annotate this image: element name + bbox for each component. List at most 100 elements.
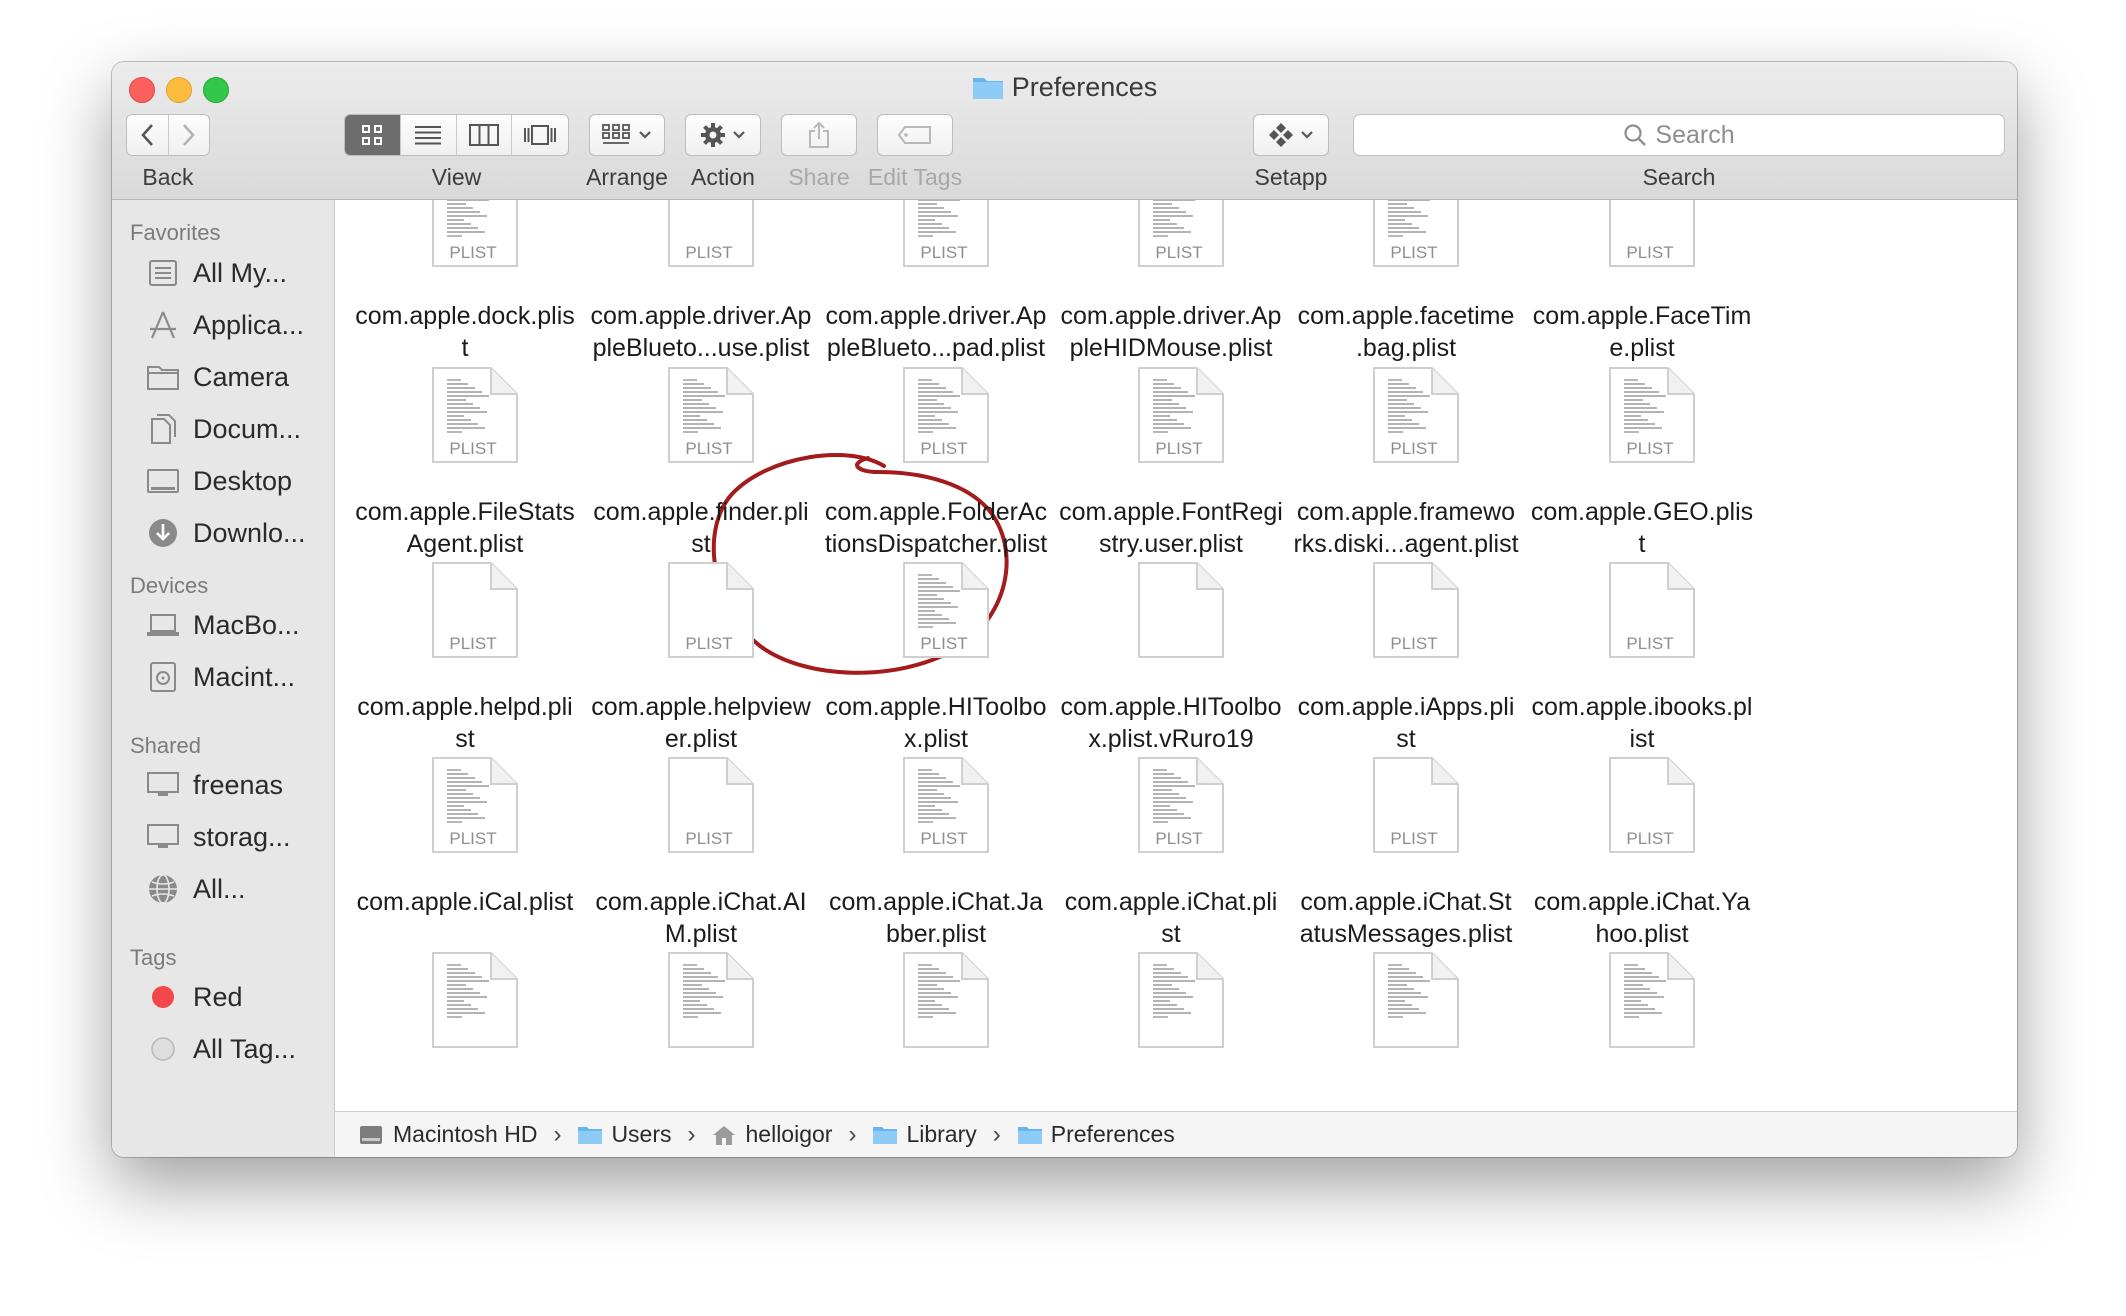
arrange-label: Arrange <box>586 164 668 190</box>
plist-file-icon[interactable] <box>1602 951 1698 1049</box>
sidebar-item-storage[interactable]: storag... <box>145 817 291 857</box>
setapp-label: Setapp <box>1254 164 1328 190</box>
file-name: com.apple.FaceTim e.plist <box>1512 300 1772 364</box>
sidebar-item-camera[interactable]: Camera <box>145 357 289 397</box>
tag-color-dot-icon <box>145 979 181 1015</box>
chevron-down-icon <box>733 131 745 139</box>
search-input[interactable]: Search <box>1353 114 2005 156</box>
sidebar-item-documents[interactable]: Docum... <box>145 409 301 449</box>
sidebar-item-macbook[interactable]: MacBo... <box>145 605 300 645</box>
breadcrumb-label: Library <box>906 1121 977 1147</box>
file-type-label: PLIST <box>685 243 732 262</box>
sidebar-item-all-shared[interactable]: All... <box>145 869 246 909</box>
file-name-line: e.plist <box>1609 334 1675 362</box>
file-name-line: com.apple.dock.plis <box>355 302 575 330</box>
file-name: com.apple.HIToolbo x.plist.vRuro19 <box>1041 691 1301 755</box>
sidebar-item-all-my-files[interactable]: All My... <box>145 253 287 293</box>
breadcrumb-label: Users <box>611 1121 672 1147</box>
arrange-button[interactable] <box>589 114 665 156</box>
list-icon <box>415 126 442 145</box>
home-icon <box>712 1124 738 1146</box>
action-button[interactable] <box>685 114 761 156</box>
breadcrumb-label: Preferences <box>1050 1121 1175 1147</box>
chevron-right-icon <box>182 124 195 146</box>
plist-file-icon[interactable] <box>896 951 992 1049</box>
file-name-line: com.apple.iChat.St <box>1300 888 1512 916</box>
forward-button[interactable] <box>169 115 210 155</box>
back-button[interactable] <box>127 115 169 155</box>
path-bar: Macintosh HD › Users › helloigor › Library › Pre… <box>335 1111 2017 1157</box>
share-icon <box>809 121 829 148</box>
documents-icon <box>145 411 181 447</box>
breadcrumb-separator: › <box>992 1120 1001 1148</box>
folder-icon <box>872 1124 898 1146</box>
sidebar-item-macintosh-hd[interactable]: Macint... <box>145 657 295 697</box>
file-type-label: PLIST <box>1626 829 1673 848</box>
sidebar-item-label: All My... <box>193 257 287 288</box>
cover-flow-view-button[interactable] <box>512 115 568 155</box>
file-type-label: PLIST <box>1390 243 1437 262</box>
sidebar-item-applications[interactable]: Applica... <box>145 305 304 345</box>
plist-file-icon: PLIST <box>1366 756 1462 854</box>
file-name-line: .bag.plist <box>1355 334 1457 362</box>
sidebar-item-label: Docum... <box>193 413 302 444</box>
plist-file-icon[interactable] <box>425 951 521 1049</box>
icon-view-button[interactable] <box>345 115 401 155</box>
file-name-line: pleBlueto...pad.plist <box>826 334 1046 362</box>
plist-file-icon: PLIST <box>1131 366 1227 464</box>
file-name: com.apple.iChat.Ja bber.plist <box>806 886 1066 950</box>
file-name: com.apple.helpd.pli st <box>335 691 595 755</box>
plist-file-icon: PLIST <box>661 200 757 268</box>
toolbar: Preferences Back View Arrange Action Sha… <box>112 62 2017 200</box>
breadcrumb-item[interactable]: helloigor › <box>712 1121 873 1149</box>
plist-file-icon: PLIST <box>896 756 992 854</box>
plist-file-icon: PLIST <box>896 200 992 268</box>
list-view-button[interactable] <box>401 115 457 155</box>
file-name: com.apple.GEO.plis t <box>1512 496 1772 560</box>
file-name: com.apple.iApps.pli st <box>1276 691 1536 755</box>
breadcrumb-item[interactable]: Preferences <box>1017 1121 1175 1148</box>
plist-file-icon: PLIST <box>1366 561 1462 659</box>
file-name-line: com.apple.iChat.Ya <box>1533 888 1751 916</box>
cover-flow-icon <box>524 125 557 145</box>
plist-file-icon[interactable] <box>1366 951 1462 1049</box>
sidebar-item-tag-red[interactable]: Red <box>145 977 243 1017</box>
plist-file-icon[interactable] <box>1131 951 1227 1049</box>
file-name: com.apple.FontRegi stry.user.plist <box>1041 496 1301 560</box>
edit-tags-button[interactable] <box>877 114 953 156</box>
setapp-button[interactable] <box>1253 114 1329 156</box>
file-name-line: com.apple.GEO.plis <box>1530 498 1754 526</box>
sidebar-item-desktop[interactable]: Desktop <box>145 461 292 501</box>
share-button[interactable] <box>781 114 857 156</box>
all-my-files-icon <box>145 255 181 291</box>
window-title-text: Preferences <box>1011 72 1158 102</box>
sidebar-item-label: Camera <box>193 361 290 392</box>
plist-file-icon[interactable] <box>661 951 757 1049</box>
file-name-line: Agent.plist <box>406 530 524 558</box>
sidebar-item-downloads[interactable]: Downlo... <box>145 513 306 553</box>
breadcrumb-item[interactable]: Users › <box>577 1121 711 1149</box>
breadcrumb-item[interactable]: Macintosh HD › <box>359 1121 577 1149</box>
shared-header: Shared <box>130 733 201 758</box>
file-name-line: com.apple.FaceTim <box>1532 302 1752 330</box>
file-name: com.apple.finder.pli st <box>571 496 831 560</box>
sidebar-item-all-tags[interactable]: All Tag... <box>145 1029 296 1069</box>
file-name-line: st <box>1161 920 1181 948</box>
action-label: Action <box>691 164 755 190</box>
file-type-label: PLIST <box>920 634 967 653</box>
file-name-line: com.apple.driver.Ap <box>590 302 812 330</box>
column-view-button[interactable] <box>457 115 513 155</box>
breadcrumb-item[interactable]: Library › <box>872 1121 1016 1149</box>
tag-color-dot-icon <box>145 1031 181 1067</box>
file-type-label: PLIST <box>1626 634 1673 653</box>
file-type-label: PLIST <box>1155 243 1202 262</box>
file-name-line: com.apple.finder.pli <box>593 498 809 526</box>
file-name-line: bber.plist <box>885 920 987 948</box>
file-name-line: com.apple.iCal.plist <box>356 888 574 916</box>
plist-file-icon: PLIST <box>661 561 757 659</box>
file-type-label: PLIST <box>920 439 967 458</box>
breadcrumb-label: helloigor <box>745 1121 833 1147</box>
magnifier-icon <box>1624 124 1647 146</box>
chevron-down-icon <box>639 131 651 139</box>
sidebar-item-freenas[interactable]: freenas <box>145 765 283 805</box>
